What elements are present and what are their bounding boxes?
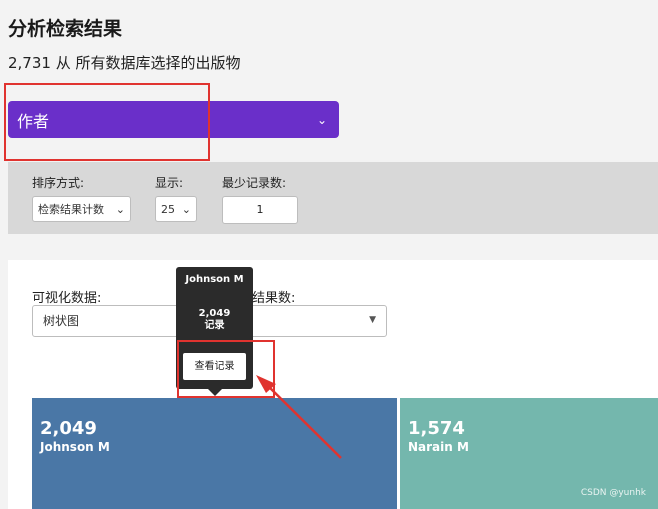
show-value: 25 <box>161 202 175 216</box>
result-count-select[interactable]: ▼ <box>238 305 387 337</box>
chevron-down-icon: ⌄ <box>181 202 191 216</box>
tile-name: Narain M <box>408 440 469 454</box>
view-records-button[interactable]: 查看记录 <box>183 353 246 380</box>
result-count-label: 结果数: <box>252 291 296 306</box>
tile-count: 2,049 <box>40 418 97 439</box>
page-title: 分析检索结果 <box>8 18 123 40</box>
caret-down-icon: ▼ <box>369 315 376 325</box>
sort-label: 排序方式: <box>32 176 85 190</box>
sort-select[interactable]: 检索结果计数 ⌄ <box>32 196 131 222</box>
field-dropdown-label: 作者 <box>17 111 50 131</box>
treemap-tile[interactable]: 2,049 Johnson M <box>32 398 397 509</box>
options-bar: 排序方式: 检索结果计数 ⌄ 显示: 25 ⌄ 最少记录数: 1 <box>8 162 658 234</box>
sort-option: 排序方式: 检索结果计数 ⌄ <box>32 174 131 222</box>
tile-name: Johnson M <box>40 440 110 454</box>
min-records-option: 最少记录数: 1 <box>222 174 298 224</box>
visualization-panel: 可视化数据: 结果数: 树状图 ▼ 2,049 Johnson M 1,574 … <box>8 260 658 509</box>
chevron-down-icon: ⌄ <box>316 112 327 127</box>
tooltip-unit: 记录 <box>204 320 225 331</box>
show-option: 显示: 25 ⌄ <box>155 174 197 222</box>
show-label: 显示: <box>155 176 184 190</box>
analysis-field-dropdown[interactable]: 作者 ⌄ <box>8 101 339 138</box>
tooltip-author: Johnson M <box>185 274 244 285</box>
watermark: CSDN @yunhk <box>580 488 646 498</box>
chevron-down-icon: ⌄ <box>115 202 125 216</box>
result-count: 2,731 从 所有数据库选择的出版物 <box>8 54 241 72</box>
sort-value: 检索结果计数 <box>38 203 104 216</box>
show-select[interactable]: 25 ⌄ <box>155 196 197 222</box>
tile-count: 1,574 <box>408 418 465 439</box>
min-records-label: 最少记录数: <box>222 176 287 190</box>
treemap-tooltip: Johnson M 2,049 记录 查看记录 <box>176 267 253 389</box>
viz-type-label: 可视化数据: <box>32 291 102 306</box>
tooltip-count: 2,049 <box>198 308 231 319</box>
min-records-input[interactable]: 1 <box>222 196 298 224</box>
tooltip-pointer <box>208 389 222 396</box>
